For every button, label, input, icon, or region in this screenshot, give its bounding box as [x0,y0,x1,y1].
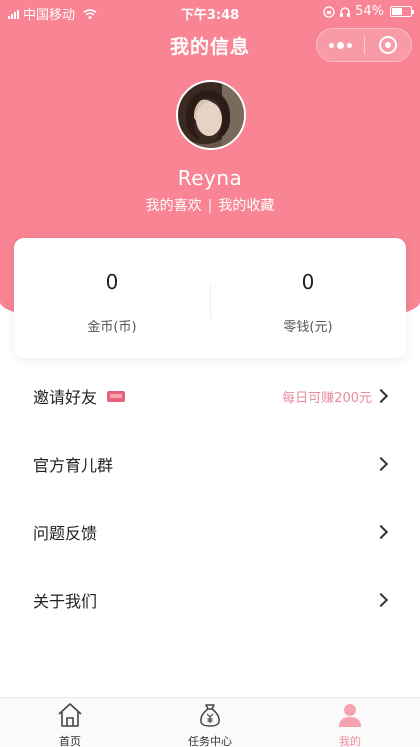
chevron-right-icon [373,388,389,404]
tab-home[interactable]: 首页 [0,698,140,747]
target-icon[interactable] [365,29,411,61]
battery-icon [390,6,414,17]
cash-label: 零钱(元) [283,320,333,335]
menu-item-label: 官方育儿群 [33,456,114,475]
menu-item-parenting-group[interactable]: 官方育儿群 [0,430,420,498]
chevron-right-icon [373,456,389,472]
tab-label: 我的 [339,735,361,747]
menu-item-label: 问题反馈 [33,524,98,543]
rotation-lock-icon [323,5,335,18]
battery-percent: 54% [355,4,384,19]
my-favorites-link[interactable]: 我的收藏 [218,198,274,214]
more-icon[interactable] [317,29,364,61]
home-icon [58,703,82,727]
status-bar: 中国移动 下午3:48 54% [0,0,420,24]
stats-card: 0 金币(币) 0 零钱(元) [14,238,406,358]
headphones-icon [340,6,351,17]
menu-item-about-us[interactable]: 关于我们 [0,566,420,634]
chevron-right-icon [373,524,389,540]
chevron-right-icon [373,592,389,608]
menu-item-label: 邀请好友 [33,388,98,407]
profile-links: 我的喜欢 | 我的收藏 [0,195,420,215]
link-separator: | [207,198,213,214]
profile-icon [339,704,361,727]
battery-level [392,8,402,15]
invite-reward-note: 每日可赚200元 [282,390,372,406]
menu-list: 邀请好友 每日可赚200元 官方育儿群 问题反馈 关于我们 [0,362,420,634]
tab-label: 任务中心 [188,735,232,747]
menu-item-feedback[interactable]: 问题反馈 [0,498,420,566]
status-bar-right: 54% [323,4,414,19]
menu-item-invite-friends[interactable]: 邀请好友 每日可赚200元 [0,362,420,430]
menu-item-label: 关于我们 [33,592,98,611]
coins-stat[interactable]: 0 金币(币) [14,238,210,358]
tab-bar: 首页 任务中心 我的 [0,697,420,747]
avatar[interactable] [176,80,246,150]
cash-value: 0 [301,270,315,294]
tab-mine[interactable]: 我的 [280,698,420,747]
money-bag-icon [200,704,220,727]
coins-label: 金币(币) [87,320,137,335]
mini-program-capsule [316,28,412,62]
tab-task-center[interactable]: 任务中心 [140,698,280,747]
tab-label: 首页 [59,735,81,747]
username: Reyna [177,166,243,190]
flag-icon [107,389,126,403]
profile-page: 中国移动 下午3:48 54% 我的信息 Reyna 我的喜欢 | 我的收藏 0… [0,0,420,747]
cash-stat[interactable]: 0 零钱(元) [210,238,406,358]
coins-value: 0 [105,270,119,294]
my-likes-link[interactable]: 我的喜欢 [146,198,202,214]
